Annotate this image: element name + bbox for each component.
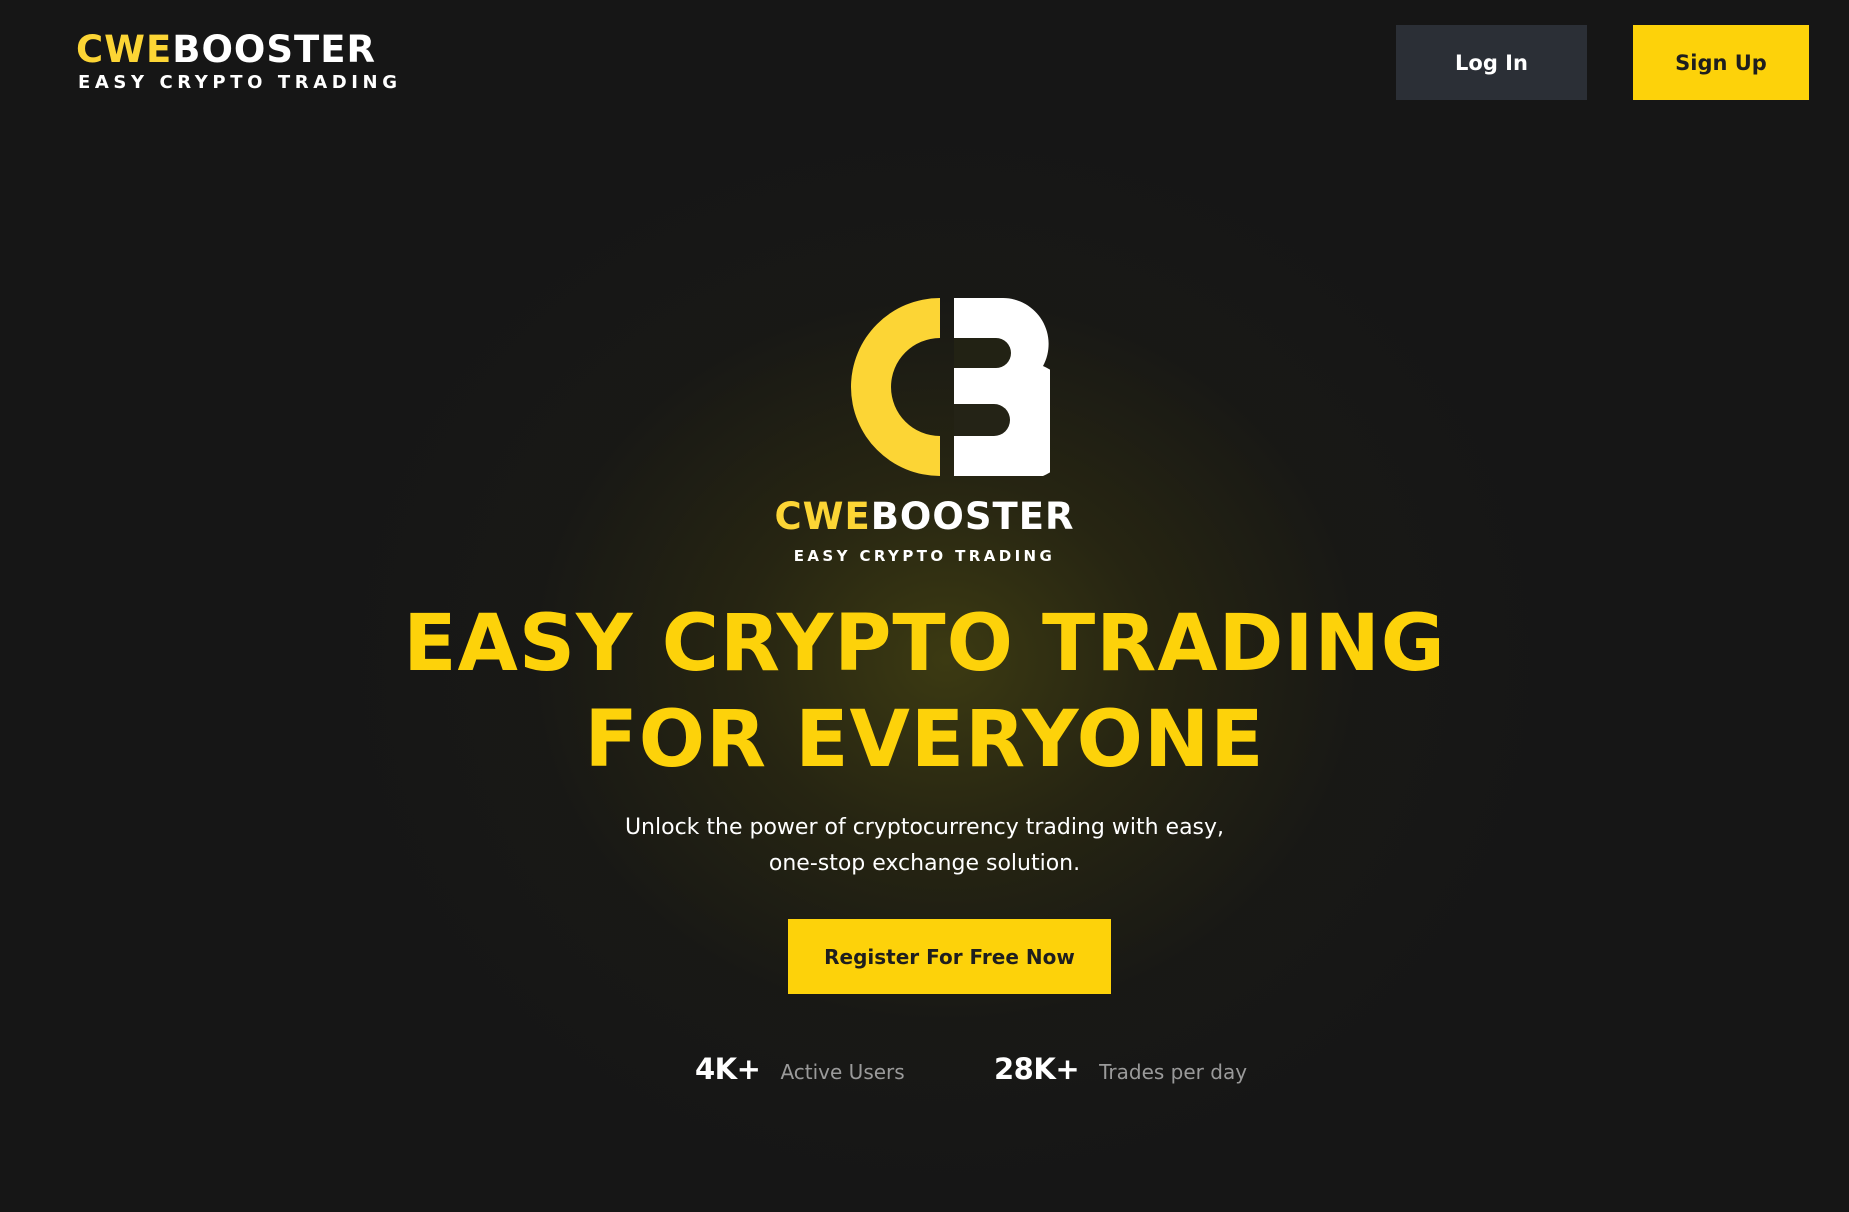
stat-active-users: 4K+ Active Users — [695, 1052, 905, 1086]
stat-label: Trades per day — [1099, 1060, 1248, 1084]
stats-row: 4K+ Active Users 28K+ Trades per day — [0, 1052, 1849, 1098]
hero-headline-line-2: FOR EVERYONE — [584, 695, 1265, 785]
hero-wordmark-text: CWEBOOSTER — [774, 496, 1074, 538]
logo-word-cwe: CWE — [76, 28, 173, 71]
signup-button[interactable]: Sign Up — [1633, 25, 1809, 100]
hero-subtitle-line-1: Unlock the power of cryptocurrency tradi… — [624, 815, 1225, 840]
hero-word-cwe: CWE — [774, 495, 871, 538]
hero-subtitle: Unlock the power of cryptocurrency tradi… — [0, 810, 1849, 882]
login-button[interactable]: Log In — [1396, 25, 1587, 100]
hero-logo-wordmark: CWEBOOSTER — [0, 496, 1849, 538]
hero-headline: EASY CRYPTO TRADING FOR EVERYONE — [0, 596, 1849, 788]
hero-subtitle-line-2: one-stop exchange solution. — [768, 851, 1081, 876]
stat-trades-per-day: 28K+ Trades per day — [994, 1052, 1247, 1086]
stat-value: 28K+ — [994, 1052, 1080, 1086]
cb-logo-icon — [851, 298, 1050, 476]
logo-word-booster: BOOSTER — [172, 28, 377, 71]
hero-word-booster: BOOSTER — [870, 495, 1075, 538]
register-button[interactable]: Register For Free Now — [788, 919, 1111, 994]
hero-logo-tagline: EASY CRYPTO TRADING — [793, 547, 1056, 565]
header-logo[interactable]: CWEBOOSTER EASY CRYPTO TRADING — [76, 30, 397, 94]
stat-label: Active Users — [780, 1060, 905, 1084]
header-logo-wordmark: CWEBOOSTER — [76, 30, 376, 70]
header-logo-tagline: EASY CRYPTO TRADING — [78, 72, 402, 93]
hero-headline-line-1: EASY CRYPTO TRADING — [403, 599, 1446, 689]
stat-value: 4K+ — [695, 1052, 761, 1086]
